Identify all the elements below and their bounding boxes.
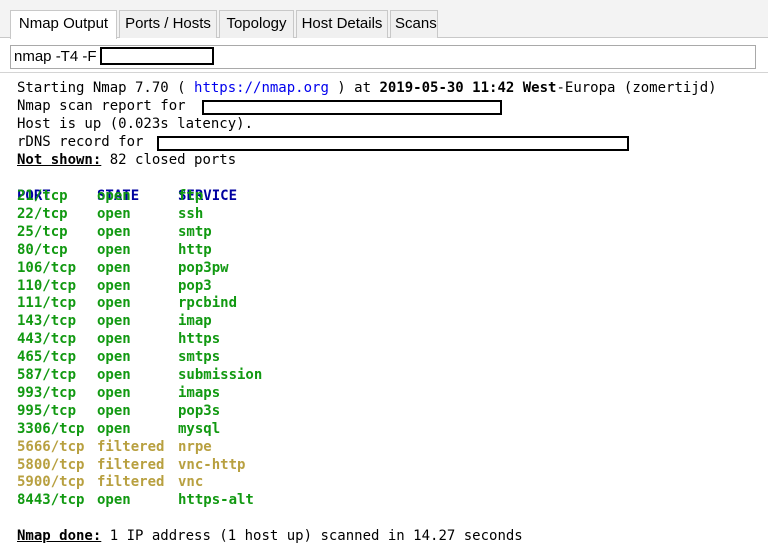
nmap-link[interactable]: https://nmap.org	[194, 80, 329, 96]
port-number: 80/tcp	[17, 241, 68, 258]
port-row: 106/tcp open pop3pw	[17, 260, 417, 278]
port-number: 143/tcp	[17, 313, 77, 330]
port-state: open	[97, 295, 131, 312]
done-line: Nmap done: 1 IP address (1 host up) scan…	[17, 528, 523, 544]
port-state: open	[97, 331, 131, 348]
port-service: https	[178, 331, 221, 348]
port-state: open	[97, 402, 131, 419]
port-state: open	[97, 313, 131, 330]
port-service: https-alt	[178, 492, 254, 509]
port-number: 106/tcp	[17, 259, 77, 276]
port-state: open	[97, 223, 131, 240]
host-up-line: Host is up (0.023s latency).	[17, 116, 254, 132]
start-line: Starting Nmap 7.70 ( https://nmap.org ) …	[17, 80, 717, 96]
port-number: 465/tcp	[17, 349, 77, 366]
port-row: 3306/tcp open mysql	[17, 421, 417, 439]
port-state: filtered	[97, 438, 165, 455]
port-row: 143/tcp open imap	[17, 313, 417, 331]
tab-nmap-output[interactable]: Nmap Output	[10, 10, 117, 39]
port-row: 110/tcp open pop3	[17, 278, 417, 296]
not-shown-line: Not shown: 82 closed ports	[17, 152, 237, 168]
port-service: vnc	[178, 474, 204, 491]
port-state: open	[97, 188, 131, 204]
port-state: open	[97, 420, 131, 437]
port-service: imap	[178, 313, 212, 330]
port-row: 5666/tcp filtered nrpe	[17, 439, 417, 457]
port-state: open	[97, 205, 131, 222]
port-number: 5900/tcp	[17, 474, 85, 491]
port-row: 80/tcp open http	[17, 242, 417, 260]
redaction-box	[157, 136, 629, 151]
port-state: open	[97, 277, 131, 294]
port-state: open	[97, 492, 131, 509]
port-number: 995/tcp	[17, 402, 77, 419]
port-state: open	[97, 241, 131, 258]
tab-strip: Nmap Output Ports / Hosts Topology Host …	[0, 0, 768, 39]
nmap-output-pane[interactable]: Starting Nmap 7.70 ( https://nmap.org ) …	[0, 72, 768, 547]
rdns-line: rDNS record for	[17, 134, 144, 150]
port-service: nrpe	[178, 438, 212, 455]
port-number: 111/tcp	[17, 295, 77, 312]
port-state: filtered	[97, 456, 165, 473]
port-row: 5900/tcp filtered vnc	[17, 474, 417, 492]
port-row: 25/tcp open smtp	[17, 224, 417, 242]
port-row: 21/tcp open ftp	[17, 188, 417, 206]
port-row: 22/tcp open ssh	[17, 206, 417, 224]
port-service: ftp	[178, 188, 204, 204]
port-row: 465/tcp open smtps	[17, 349, 417, 367]
port-row: 995/tcp open pop3s	[17, 403, 417, 421]
port-row: 5800/tcp filtered vnc-http	[17, 457, 417, 475]
report-line: Nmap scan report for	[17, 98, 186, 114]
redaction-box	[100, 47, 214, 65]
port-number: 110/tcp	[17, 277, 77, 294]
port-state: open	[97, 384, 131, 401]
port-table-header: PORT STATE SERVICE	[17, 187, 238, 204]
redaction-box	[202, 100, 502, 115]
port-state: open	[97, 349, 131, 366]
port-row: 993/tcp open imaps	[17, 385, 417, 403]
port-number: 587/tcp	[17, 367, 77, 383]
port-number: 993/tcp	[17, 384, 77, 401]
port-state: open	[97, 259, 131, 276]
port-number: 8443/tcp	[17, 492, 85, 509]
tab-ports-hosts[interactable]: Ports / Hosts	[119, 10, 217, 38]
port-number: 3306/tcp	[17, 420, 85, 437]
port-number: 443/tcp	[17, 331, 77, 348]
port-row: 443/tcp open https	[17, 331, 417, 349]
port-number: 5800/tcp	[17, 456, 85, 473]
port-number: 21/tcp	[17, 188, 68, 204]
port-service: ssh	[178, 205, 204, 222]
port-service: pop3	[178, 277, 212, 294]
port-number: 22/tcp	[17, 205, 68, 222]
port-service: pop3pw	[178, 259, 229, 276]
port-service: pop3s	[178, 402, 221, 419]
tab-host-details[interactable]: Host Details	[296, 10, 388, 38]
port-row: 111/tcp open rpcbind	[17, 295, 417, 313]
port-service: imaps	[178, 384, 221, 401]
port-row: 587/tcp open submission	[17, 367, 417, 385]
port-service: smtp	[178, 223, 212, 240]
port-number: 25/tcp	[17, 223, 68, 240]
tab-scans[interactable]: Scans	[390, 10, 438, 38]
port-row: 8443/tcp open https-alt	[17, 492, 417, 510]
port-service: rpcbind	[178, 295, 238, 312]
port-state: filtered	[97, 474, 165, 491]
port-service: mysql	[178, 420, 221, 437]
port-number: 5666/tcp	[17, 438, 85, 455]
tab-topology[interactable]: Topology	[219, 10, 294, 38]
port-state: open	[97, 367, 131, 383]
port-service: http	[178, 241, 212, 258]
port-service: vnc-http	[178, 456, 246, 473]
command-text: nmap -T4 -F	[14, 48, 97, 65]
port-service: submission	[178, 367, 263, 383]
port-service: smtps	[178, 349, 221, 366]
